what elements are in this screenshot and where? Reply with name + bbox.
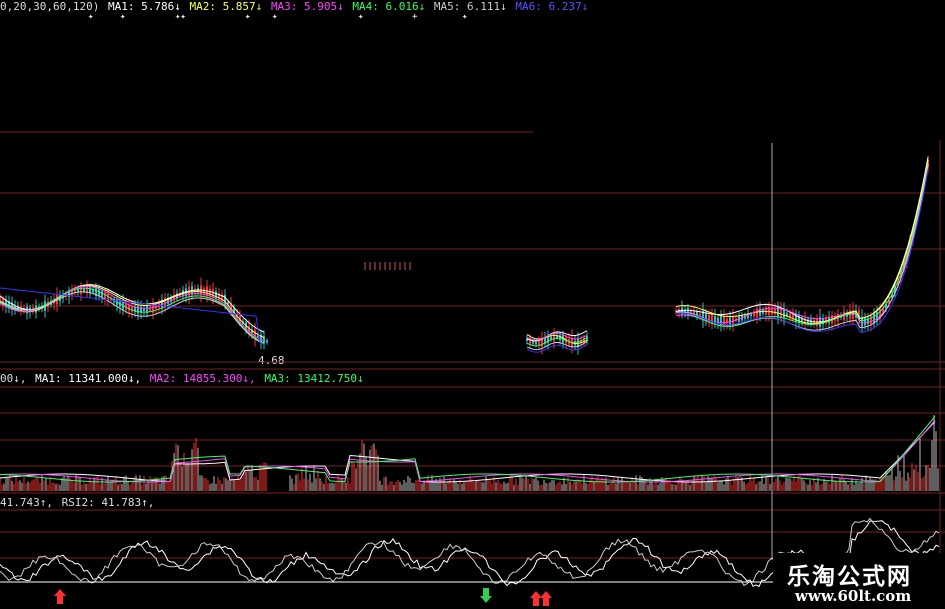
candle-body (553, 333, 555, 342)
candle-body (789, 313, 791, 317)
watermark-title: 乐淘公式网 (787, 564, 912, 590)
signal-arrows (54, 588, 552, 606)
marker-icon: ✦ (88, 12, 94, 22)
volume-layer (0, 414, 939, 491)
candle-body (212, 289, 214, 298)
marker-icon: ✦ (272, 12, 278, 22)
candle-body (774, 308, 776, 314)
buy-arrow-icon (540, 591, 552, 606)
grid-lines (0, 131, 945, 559)
header-markers: ✦ ✦ ✦✦ ✦ ✦ ✦ + ✦ (88, 12, 468, 22)
watermark-url: www.60lt.com (795, 587, 912, 605)
candle-body (80, 286, 82, 294)
candle-body (538, 340, 540, 346)
candle-body (771, 307, 773, 315)
marker-icon: + (412, 12, 418, 22)
candle-body (77, 289, 79, 292)
candle-body (786, 312, 788, 316)
ma-line (675, 159, 929, 325)
ma-line (675, 164, 929, 331)
marker-icon: ✦ (120, 12, 126, 22)
ma-line (675, 169, 929, 333)
buy-arrow-icon (54, 589, 66, 604)
stock-chart[interactable]: ✦ ✦ ✦✦ ✦ ✦ ✦ + ✦ (0, 0, 945, 609)
marker-icon: ✦ (358, 12, 364, 22)
candle-body (532, 340, 534, 344)
marker-icon: ✦ (245, 12, 251, 22)
buy-arrow-icon (530, 591, 542, 606)
candle-body (535, 341, 537, 345)
candle-body (783, 309, 785, 318)
candle-body (143, 308, 145, 312)
sell-arrow-icon (480, 588, 492, 603)
watermark: 乐淘公式网 www.60lt.com (773, 553, 945, 609)
candle-body (729, 317, 731, 325)
candle-body (83, 288, 85, 292)
volume-ma-line (0, 419, 936, 483)
candle-body (756, 308, 758, 318)
candle-body (266, 340, 268, 343)
candle-body (864, 318, 866, 326)
candle-body (870, 316, 872, 324)
ma-line (675, 167, 929, 324)
candle-body (101, 291, 103, 298)
price-layer (0, 155, 929, 355)
volume-ma-line (0, 416, 936, 483)
marker-icon: ✦ (462, 12, 468, 22)
volume-ma-line (0, 421, 936, 483)
marker-icon: ✦✦ (175, 12, 186, 22)
candle-body (699, 313, 701, 316)
